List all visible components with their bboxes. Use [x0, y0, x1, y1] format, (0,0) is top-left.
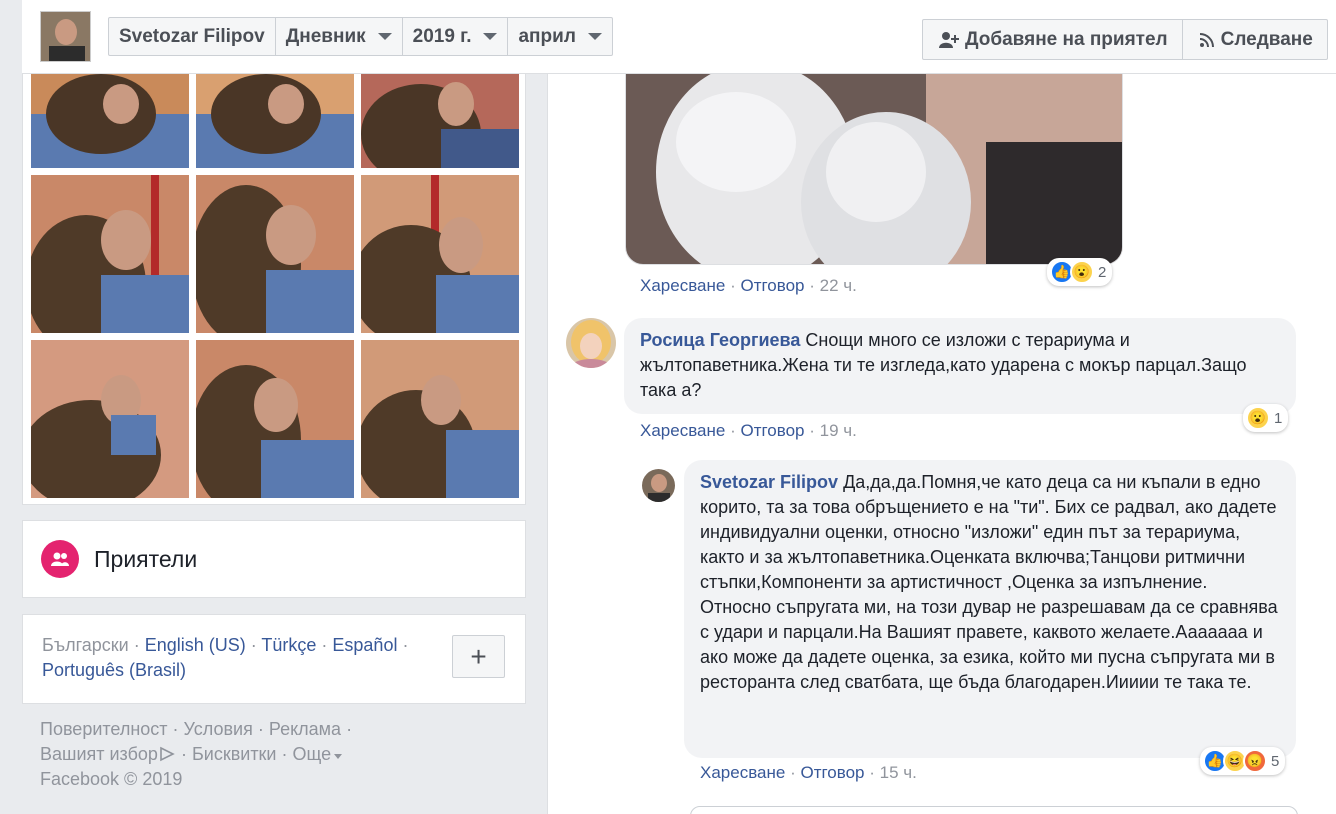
footer-link[interactable]: Бисквитки	[192, 744, 277, 764]
comment-time[interactable]: 15 ч.	[880, 763, 917, 782]
language-link[interactable]: Türkçe	[261, 635, 316, 655]
comment-bubble: Росица Георгиева Снощи много се изложи с…	[624, 318, 1296, 414]
reply-input[interactable]	[690, 806, 1298, 814]
adchoices-icon	[160, 746, 175, 762]
footer-links: Поверителност · Условия · Реклама · Ваши…	[40, 719, 353, 789]
reaction-summary[interactable]: 👍 😮 2	[1047, 258, 1113, 286]
footer-link[interactable]: Реклама	[269, 719, 341, 739]
reaction-summary[interactable]: 👍 😆 😠 5	[1200, 747, 1286, 775]
reaction-summary[interactable]: 😮 1	[1243, 404, 1289, 432]
friends-title[interactable]: Приятели	[94, 546, 197, 573]
reply-link[interactable]: Отговор	[800, 763, 864, 782]
caret-down-icon	[483, 33, 498, 40]
photo-thumbnail[interactable]	[196, 175, 354, 333]
timeline-header: Svetozar Filipov Дневник 2019 г. април Д…	[22, 0, 1336, 74]
like-link[interactable]: Харесване	[640, 421, 725, 440]
section-dropdown[interactable]: Дневник	[276, 18, 403, 55]
avatar[interactable]	[642, 469, 675, 502]
wow-icon: 😮	[1070, 260, 1094, 284]
comment-author[interactable]: Svetozar Filipov	[700, 472, 838, 492]
photo-thumbnail[interactable]	[361, 340, 519, 498]
photo-thumbnail[interactable]	[31, 74, 189, 168]
like-link[interactable]: Харесване	[640, 276, 725, 295]
friends-section[interactable]: Приятели	[22, 520, 526, 598]
reaction-count: 2	[1098, 263, 1107, 281]
language-list: Български · English (US) · Türkçe · Espa…	[42, 635, 409, 680]
friends-icon	[41, 540, 79, 578]
photo-grid	[31, 74, 519, 498]
reaction-count: 5	[1271, 752, 1280, 770]
follow-button[interactable]: Следване	[1183, 20, 1327, 59]
comment-actions: Харесване · Отговор · 19 ч.	[640, 421, 857, 440]
language-card: Български · English (US) · Türkçe · Espa…	[22, 614, 526, 704]
more-languages-button[interactable]: +	[452, 635, 505, 678]
wow-icon: 😮	[1246, 406, 1270, 430]
photo-thumbnail[interactable]	[361, 175, 519, 333]
footer-link[interactable]: Вашият избор	[40, 744, 158, 764]
year-dropdown[interactable]: 2019 г.	[403, 18, 509, 55]
reply-link[interactable]: Отговор	[740, 276, 804, 295]
footer-link[interactable]: Условия	[184, 719, 253, 739]
angry-icon: 😠	[1243, 749, 1267, 773]
photos-card	[22, 60, 526, 505]
caret-down-icon	[587, 33, 602, 40]
month-dropdown[interactable]: април	[508, 18, 611, 55]
reaction-count: 1	[1274, 409, 1283, 427]
like-link[interactable]: Харесване	[700, 763, 785, 782]
comment-time[interactable]: 19 ч.	[820, 421, 857, 440]
photo-thumbnail[interactable]	[196, 340, 354, 498]
avatar[interactable]	[566, 318, 616, 368]
photo-thumbnail[interactable]	[361, 74, 519, 168]
reply-link[interactable]: Отговор	[740, 421, 804, 440]
timeline-selectors: Svetozar Filipov Дневник 2019 г. април	[108, 17, 613, 56]
person-plus-icon	[939, 31, 959, 48]
caret-down-icon	[377, 33, 392, 40]
footer-link[interactable]: Поверителност	[40, 719, 168, 739]
comment-actions: Харесване · Отговор · 15 ч.	[700, 763, 917, 782]
copyright: Facebook © 2019	[40, 769, 183, 789]
photo-thumbnail[interactable]	[31, 175, 189, 333]
language-link[interactable]: Português (Brasil)	[42, 660, 186, 680]
comment-bubble: Svetozar Filipov Да,да,да.Помня,че като …	[684, 460, 1296, 758]
add-friend-button[interactable]: Добавяне на приятел	[923, 20, 1183, 59]
photo-thumbnail[interactable]	[196, 74, 354, 168]
profile-picture[interactable]	[40, 11, 91, 62]
language-link[interactable]: English (US)	[145, 635, 246, 655]
comment-actions: Харесване · Отговор · 22 ч.	[640, 276, 857, 295]
caret-down-icon	[334, 754, 343, 759]
language-link[interactable]: Español	[332, 635, 397, 655]
rss-icon	[1199, 32, 1214, 47]
comment-time[interactable]: 22 ч.	[820, 276, 857, 295]
current-language: Български	[42, 635, 129, 655]
photo-thumbnail[interactable]	[31, 340, 189, 498]
comment-author[interactable]: Росица Георгиева	[640, 330, 800, 350]
comment-text: Да,да,да.Помня,че като деца са ни къпали…	[700, 472, 1278, 692]
profile-name-button[interactable]: Svetozar Filipov	[109, 18, 276, 55]
comment-attachment-image[interactable]	[625, 62, 1123, 265]
footer-link[interactable]: Още	[293, 744, 332, 764]
header-actions: Добавяне на приятел Следване	[922, 19, 1328, 60]
